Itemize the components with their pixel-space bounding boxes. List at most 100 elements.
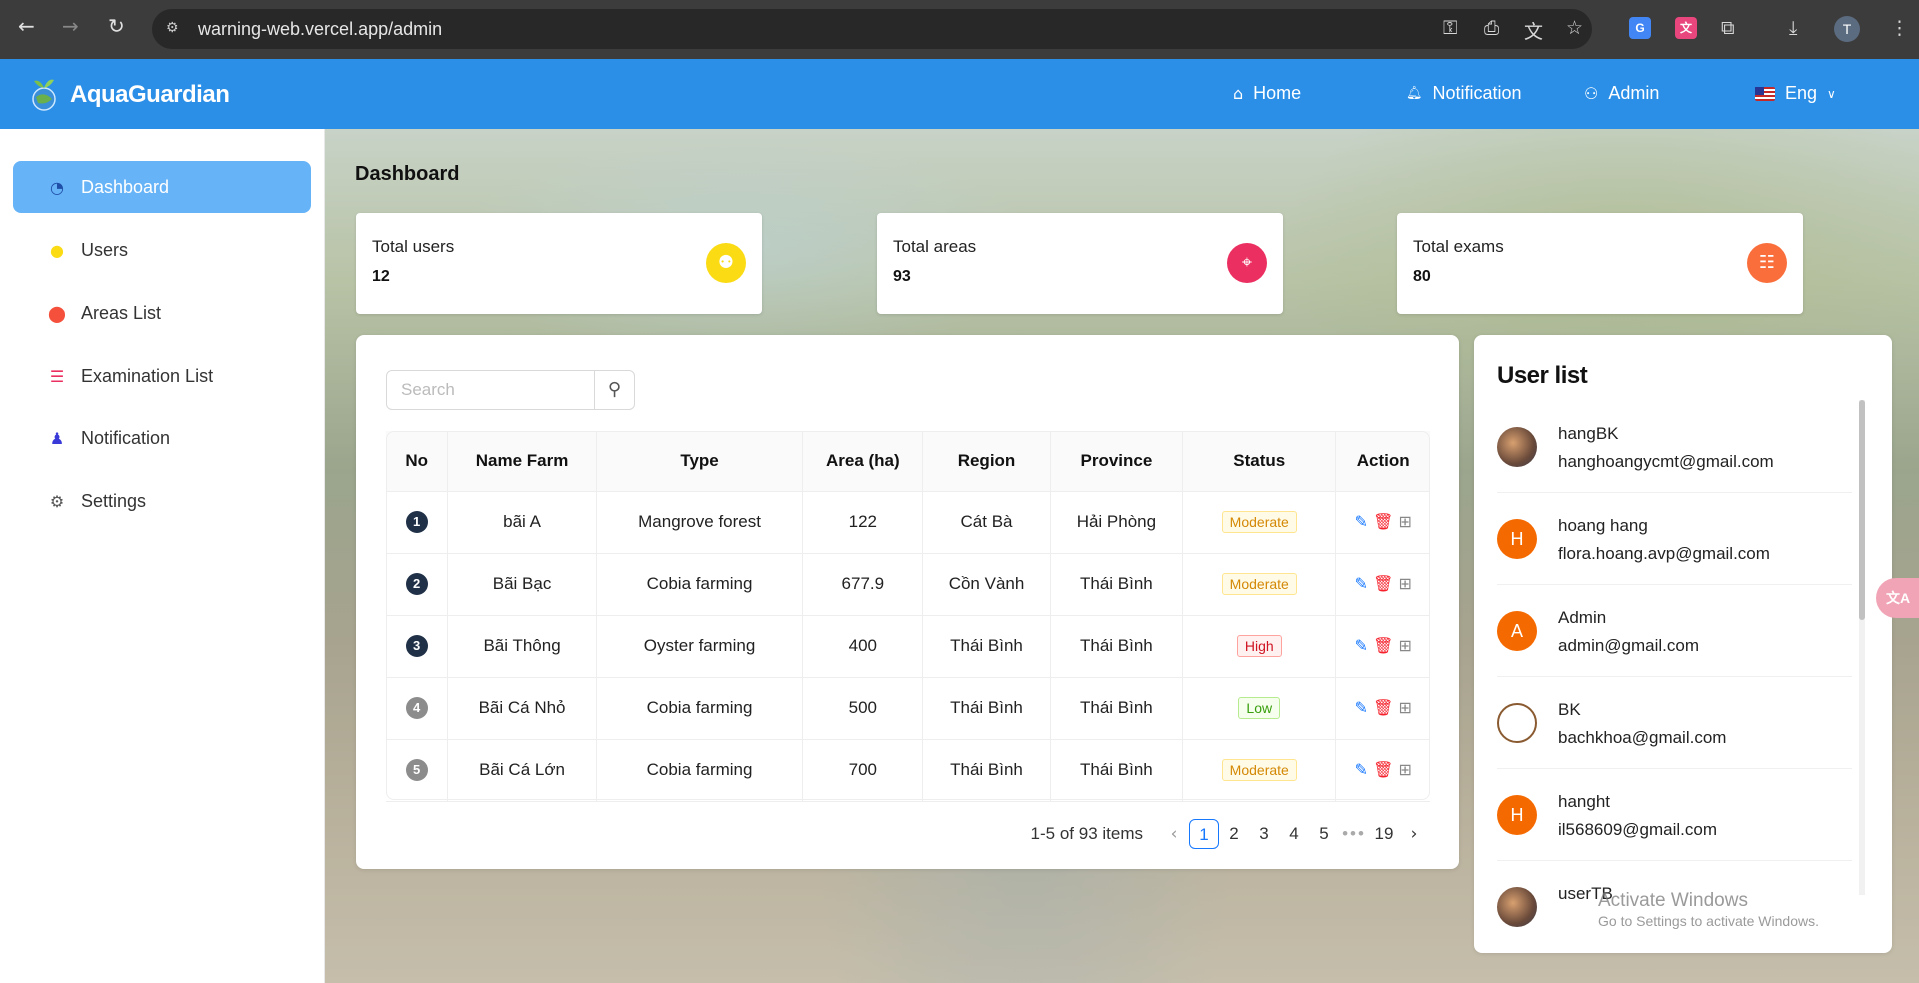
edit-icon[interactable]: ✎ bbox=[1350, 636, 1372, 655]
page-last[interactable]: 19 bbox=[1369, 819, 1399, 849]
page-5[interactable]: 5 bbox=[1309, 819, 1339, 849]
edit-icon[interactable]: ✎ bbox=[1350, 512, 1372, 531]
cell-name: Bãi Cá Lớn bbox=[447, 739, 597, 802]
stat-value: 12 bbox=[372, 268, 390, 285]
cell-region: Cát Bà bbox=[922, 491, 1051, 554]
status-badge: Moderate bbox=[1221, 759, 1297, 781]
extensions-puzzle-icon[interactable]: ⧉ bbox=[1721, 17, 1735, 39]
user-email: flora.hoang.avp@gmail.com bbox=[1558, 544, 1770, 563]
avatar bbox=[1497, 427, 1537, 467]
page-1[interactable]: 1 bbox=[1189, 819, 1219, 849]
table-row[interactable]: 1 bãi A Mangrove forest 122 Cát Bà Hải P… bbox=[386, 491, 1430, 554]
cell-province: Thái Bình bbox=[1050, 615, 1184, 678]
translate-icon[interactable]: 文 bbox=[1524, 17, 1543, 44]
table-row[interactable]: 4 Bãi Cá Nhỏ Cobia farming 500 Thái Bình… bbox=[386, 677, 1430, 740]
home-icon: ⌂ bbox=[1233, 84, 1244, 103]
page-title: Dashboard bbox=[355, 163, 460, 185]
file-add-icon[interactable]: ⊞ bbox=[1394, 636, 1416, 655]
address-bar[interactable]: ⚙ warning-web.vercel.app/admin bbox=[152, 9, 1592, 49]
cell-area: 122 bbox=[802, 491, 924, 554]
reload-icon[interactable]: ↻ bbox=[108, 14, 125, 38]
extension-translate-icon[interactable]: G bbox=[1629, 17, 1651, 39]
search-button[interactable]: ⚲ bbox=[594, 370, 635, 410]
sidebar-item-dashboard[interactable]: ◔ Dashboard bbox=[13, 161, 311, 213]
prev-page-icon[interactable]: ‹ bbox=[1159, 819, 1189, 849]
column-header: Region bbox=[922, 431, 1051, 492]
edit-icon[interactable]: ✎ bbox=[1350, 574, 1372, 593]
language-selector[interactable]: Eng ∨ bbox=[1755, 83, 1836, 104]
sidebar-item-users[interactable]: ● Users bbox=[13, 224, 311, 276]
clipboard-icon: ☷ bbox=[1747, 243, 1787, 283]
sidebar-item-settings[interactable]: ⚙ Settings bbox=[13, 475, 311, 527]
user-email: il568609@gmail.com bbox=[1558, 820, 1718, 839]
brand-name[interactable]: AquaGuardian bbox=[70, 81, 230, 109]
table-row[interactable]: 5 Bãi Cá Lớn Cobia farming 700 Thái Bình… bbox=[386, 739, 1430, 802]
delete-icon[interactable]: 🗑︎ bbox=[1372, 512, 1394, 531]
nav-notification[interactable]: 🔔︎ Notification bbox=[1406, 83, 1522, 104]
list-item[interactable]: BK bachkhoa@gmail.com bbox=[1497, 677, 1852, 769]
user-list-card: User list hangBK hanghoangycmt@gmail.com… bbox=[1474, 335, 1892, 953]
table-row[interactable]: 2 Bãi Bạc Cobia farming 677.9 Cồn Vành T… bbox=[386, 553, 1430, 616]
user-name: Admin bbox=[1558, 608, 1607, 627]
user-list-scroll-thumb[interactable] bbox=[1859, 400, 1865, 620]
status-badge: Moderate bbox=[1221, 511, 1297, 533]
list-item[interactable]: H hoang hang flora.hoang.avp@gmail.com bbox=[1497, 493, 1852, 585]
cell-name: Bãi Thông bbox=[447, 615, 597, 678]
bell-icon: ♟ bbox=[49, 428, 65, 448]
row-number-badge: 1 bbox=[405, 511, 428, 533]
back-icon[interactable]: ← bbox=[18, 14, 35, 38]
column-header: Type bbox=[596, 431, 804, 492]
bookmark-star-icon[interactable]: ☆ bbox=[1566, 17, 1583, 39]
sidebar-item-examination-list[interactable]: ☰ Examination List bbox=[13, 350, 311, 402]
user-name: hanght bbox=[1558, 792, 1610, 811]
profile-avatar[interactable]: T bbox=[1834, 16, 1860, 42]
file-add-icon[interactable]: ⊞ bbox=[1394, 574, 1416, 593]
search-input[interactable] bbox=[386, 370, 595, 410]
browser-menu-icon[interactable]: ⋮ bbox=[1890, 17, 1909, 39]
delete-icon[interactable]: 🗑︎ bbox=[1372, 760, 1394, 779]
edit-icon[interactable]: ✎ bbox=[1350, 698, 1372, 717]
sidebar-item-areas-list[interactable]: ⬤ Areas List bbox=[13, 287, 311, 339]
cell-type: Cobia farming bbox=[596, 739, 804, 802]
list-item[interactable]: H hanght il568609@gmail.com bbox=[1497, 769, 1852, 861]
column-header: Province bbox=[1050, 431, 1184, 492]
dashboard-icon: ◔ bbox=[50, 177, 64, 197]
user-icon: ● bbox=[50, 240, 64, 260]
activate-windows-title: Activate Windows bbox=[1598, 890, 1748, 911]
table-row[interactable]: 3 Bãi Thông Oyster farming 400 Thái Bình… bbox=[386, 615, 1430, 678]
user-list-title: User list bbox=[1497, 362, 1588, 389]
file-add-icon[interactable]: ⊞ bbox=[1394, 760, 1416, 779]
floating-translate-icon[interactable]: 文A bbox=[1876, 578, 1919, 618]
delete-icon[interactable]: 🗑︎ bbox=[1372, 698, 1394, 717]
user-name: BK bbox=[1558, 700, 1581, 719]
delete-icon[interactable]: 🗑︎ bbox=[1372, 636, 1394, 655]
nav-admin-label: Admin bbox=[1608, 83, 1660, 103]
cell-area: 500 bbox=[802, 677, 924, 740]
key-icon[interactable]: ⚿ bbox=[1443, 17, 1457, 39]
list-item[interactable]: A Admin admin@gmail.com bbox=[1497, 585, 1852, 677]
sidebar-item-notification[interactable]: ♟ Notification bbox=[13, 412, 311, 464]
next-page-icon[interactable]: › bbox=[1399, 819, 1429, 849]
delete-icon[interactable]: 🗑︎ bbox=[1372, 574, 1394, 593]
pagination-ellipsis[interactable]: ••• bbox=[1339, 819, 1369, 849]
cell-province: Thái Bình bbox=[1050, 553, 1184, 616]
page-3[interactable]: 3 bbox=[1249, 819, 1279, 849]
site-info-icon[interactable]: ⚙ bbox=[166, 19, 184, 37]
page-4[interactable]: 4 bbox=[1279, 819, 1309, 849]
page-2[interactable]: 2 bbox=[1219, 819, 1249, 849]
cell-region: Thái Bình bbox=[922, 739, 1051, 802]
bell-icon: 🔔︎ bbox=[1406, 86, 1423, 101]
nav-admin[interactable]: ⚇ Admin bbox=[1584, 83, 1659, 104]
url-text[interactable]: warning-web.vercel.app/admin bbox=[198, 19, 442, 40]
nav-home[interactable]: ⌂ Home bbox=[1233, 83, 1301, 104]
cell-province: Thái Bình bbox=[1050, 739, 1184, 802]
forward-icon[interactable]: → bbox=[62, 14, 79, 38]
install-icon[interactable]: ⎙ bbox=[1484, 17, 1499, 39]
file-add-icon[interactable]: ⊞ bbox=[1394, 698, 1416, 717]
cell-area: 400 bbox=[802, 615, 924, 678]
edit-icon[interactable]: ✎ bbox=[1350, 760, 1372, 779]
extension-pink-icon[interactable]: 文 bbox=[1675, 17, 1697, 39]
file-add-icon[interactable]: ⊞ bbox=[1394, 512, 1416, 531]
download-icon[interactable]: ⤓ bbox=[1789, 17, 1797, 39]
list-item[interactable]: hangBK hanghoangycmt@gmail.com bbox=[1497, 401, 1852, 493]
